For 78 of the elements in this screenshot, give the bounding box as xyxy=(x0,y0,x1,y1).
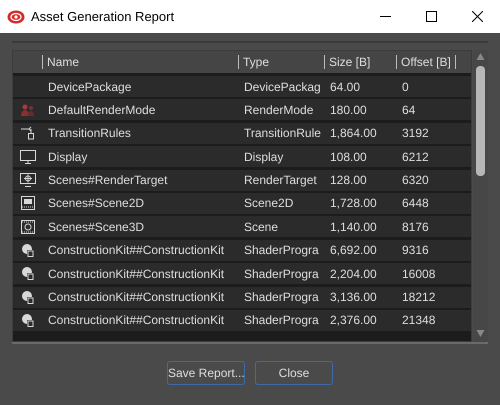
shader-icon xyxy=(20,242,34,258)
table-cell-text: ConstructionKit##ConstructionKit xyxy=(47,290,226,304)
app-logo-icon xyxy=(7,10,25,24)
table-cell-text: ShaderProgra xyxy=(243,313,320,328)
table-row[interactable]: Scenes#Scene2D Scene2D 1,728.00 6448 xyxy=(13,192,471,214)
table-cell-text: 6448 xyxy=(401,196,430,210)
table-cell-text: 9316 xyxy=(401,243,430,258)
table-cell-text: TransitionRules xyxy=(47,126,132,140)
table-row[interactable]: Scenes#RenderTarget RenderTarget 128.00 6320 xyxy=(13,170,471,191)
column-header[interactable]: Size [B] xyxy=(324,55,370,69)
table-cell-text: Display xyxy=(47,150,88,164)
table-cell-text: DevicePackage xyxy=(47,80,132,94)
table-cell-text: ShaderProgra xyxy=(243,243,320,258)
table-cell-text: RenderTarget xyxy=(243,173,318,188)
table-cell-text: Scenes#RenderTarget xyxy=(47,173,168,188)
save-report-button[interactable]: Save Report... xyxy=(167,361,245,385)
table-cell-text: ShaderProgra xyxy=(243,266,320,281)
table-cell-text: DefaultRenderMode xyxy=(47,102,156,117)
table-cell-text: 8176 xyxy=(401,220,430,234)
table-cell-text: ConstructionKit##ConstructionKit xyxy=(47,313,226,328)
table-row[interactable]: DefaultRenderMode RenderMode 180.00 64 xyxy=(13,99,471,120)
table-cell-text: 3192 xyxy=(401,126,430,140)
table-cell-text: TransitionRule xyxy=(243,126,322,140)
maximize-icon xyxy=(426,11,436,22)
close-icon xyxy=(472,11,482,22)
table-row[interactable]: ConstructionKit##ConstructionKit ShaderProgra 3,136.00 18212 xyxy=(13,286,471,308)
table-cell-text: RenderMode xyxy=(243,102,314,117)
monitor-icon xyxy=(20,150,36,164)
column-header[interactable]: Offset [B] xyxy=(396,55,456,69)
table-row[interactable]: ConstructionKit##ConstructionKit ShaderProgra 2,204.00 16008 xyxy=(13,263,471,284)
table-cell-text: 6212 xyxy=(401,150,430,164)
render-target-icon xyxy=(20,173,36,188)
scroll-up-icon[interactable] xyxy=(476,52,485,61)
table-cell-text: 6,692.00 xyxy=(329,243,378,258)
table-cell-text: 0 xyxy=(401,80,410,94)
table-cell-text: Scenes#Scene2D xyxy=(47,196,146,210)
scroll-down-icon[interactable] xyxy=(476,329,485,338)
shader-icon xyxy=(20,266,34,282)
close-dialog-button[interactable]: Close xyxy=(255,361,333,385)
table-row[interactable]: DevicePackage DevicePackag 64.00 0 xyxy=(13,76,471,97)
column-header[interactable]: Type xyxy=(238,55,270,69)
shader-icon xyxy=(20,312,34,328)
table-cell-text: 64 xyxy=(401,102,416,117)
table-cell-text: 18212 xyxy=(401,290,436,304)
window-title: Asset Generation Report xyxy=(31,9,176,24)
people-icon xyxy=(20,102,36,117)
table-row[interactable]: Scenes#Scene3D Scene 1,140.00 8176 xyxy=(13,216,471,238)
table-cell-text: 64.00 xyxy=(329,80,362,94)
table-cell-text: Scene xyxy=(243,220,280,234)
shader-icon xyxy=(20,290,34,305)
table-cell-text: 108.00 xyxy=(329,150,368,164)
table-cell-text: 1,140.00 xyxy=(329,220,378,234)
table-cell-text: Scene2D xyxy=(243,196,294,210)
table-cell-text: ConstructionKit##ConstructionKit xyxy=(47,266,226,281)
table-cell-text: ShaderProgra xyxy=(243,290,320,304)
table-row[interactable]: ConstructionKit##ConstructionKit ShaderProgra 6,692.00 9316 xyxy=(13,240,471,261)
table-cell-text: 128.00 xyxy=(329,173,368,188)
column-header[interactable]: Name xyxy=(42,55,80,69)
table-cell-text: 21348 xyxy=(401,313,436,328)
scene-icon xyxy=(20,220,34,234)
scene-icon xyxy=(20,196,34,210)
table-cell-text: 1,864.00 xyxy=(329,126,378,140)
table-cell-text: 6320 xyxy=(401,173,430,188)
scrollbar-thumb[interactable] xyxy=(476,66,485,176)
table-cell-text: 16008 xyxy=(401,266,436,281)
transition-icon xyxy=(20,126,34,140)
table-cell-text: 1,728.00 xyxy=(329,196,378,210)
table-cell-text: DevicePackag xyxy=(243,80,322,94)
table-cell-text: 2,376.00 xyxy=(329,313,378,328)
table-cell-text: Scenes#Scene3D xyxy=(47,220,146,234)
table-row[interactable]: Display Display 108.00 6212 xyxy=(13,146,471,168)
table-cell-text: ConstructionKit##ConstructionKit xyxy=(47,243,226,258)
table-row[interactable]: TransitionRules TransitionRule 1,864.00 3192 xyxy=(13,122,471,144)
table-cell-text: Display xyxy=(243,150,284,164)
table-cell-text: 3,136.00 xyxy=(329,290,378,304)
table-cell-text: 2,204.00 xyxy=(329,266,378,281)
table-row[interactable]: ConstructionKit##ConstructionKit ShaderProgra 2,376.00 21348 xyxy=(13,310,471,331)
table-cell-text: 180.00 xyxy=(329,102,368,117)
